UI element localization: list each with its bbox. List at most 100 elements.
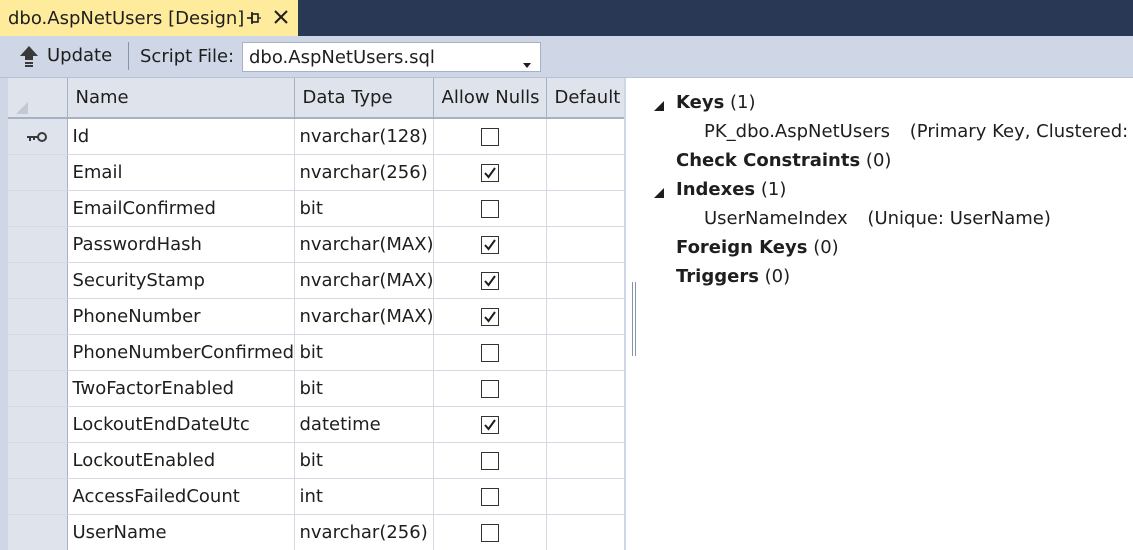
row-selector[interactable] — [8, 262, 68, 299]
row-selector[interactable] — [8, 370, 68, 407]
allow-nulls-cell[interactable] — [433, 514, 547, 550]
upload-arrow-icon[interactable] — [19, 45, 39, 67]
data-type-cell[interactable]: bit — [294, 442, 434, 479]
close-icon[interactable] — [272, 8, 290, 26]
data-type-cell[interactable]: int — [294, 478, 434, 515]
column-header-name[interactable]: Name — [67, 78, 295, 119]
allow-nulls-checkbox[interactable] — [480, 487, 499, 506]
column-name-cell[interactable]: PhoneNumber — [67, 298, 295, 335]
data-type-cell[interactable]: nvarchar(MAX) — [294, 262, 434, 299]
data-type-cell[interactable]: nvarchar(256) — [294, 154, 434, 191]
allow-nulls-checkbox[interactable] — [480, 163, 499, 182]
default-value-cell[interactable] — [546, 334, 624, 371]
allow-nulls-checkbox[interactable] — [480, 127, 499, 146]
allow-nulls-cell[interactable] — [433, 118, 547, 155]
allow-nulls-checkbox[interactable] — [480, 343, 499, 362]
allow-nulls-checkbox[interactable] — [480, 307, 499, 326]
chevron-down-icon[interactable] — [522, 54, 532, 68]
default-value-cell[interactable] — [546, 370, 624, 407]
allow-nulls-checkbox[interactable] — [480, 379, 499, 398]
data-type-cell[interactable]: nvarchar(256) — [294, 514, 434, 550]
update-button[interactable]: Update — [47, 45, 112, 66]
tree-node-check-constraints[interactable]: Check Constraints (0) — [676, 150, 891, 171]
allow-nulls-cell[interactable] — [433, 370, 547, 407]
table-row[interactable]: LockoutEndDateUtc datetime — [8, 406, 624, 443]
data-type-cell[interactable]: bit — [294, 370, 434, 407]
column-name-cell[interactable]: PhoneNumberConfirmed — [67, 334, 295, 371]
table-row[interactable]: SecurityStamp nvarchar(MAX) — [8, 262, 624, 299]
default-value-cell[interactable] — [546, 190, 624, 227]
expanded-triangle-icon[interactable] — [652, 184, 666, 198]
table-row[interactable]: LockoutEnabled bit — [8, 442, 624, 479]
pin-icon[interactable] — [246, 9, 262, 27]
table-row[interactable]: Email nvarchar(256) — [8, 154, 624, 191]
allow-nulls-cell[interactable] — [433, 262, 547, 299]
column-name-cell[interactable]: UserName — [67, 514, 295, 550]
table-row[interactable]: TwoFactorEnabled bit — [8, 370, 624, 407]
table-row[interactable]: Id nvarchar(128) — [8, 118, 624, 155]
script-file-dropdown[interactable]: dbo.AspNetUsers.sql — [242, 42, 541, 72]
column-name-cell[interactable]: LockoutEndDateUtc — [67, 406, 295, 443]
default-value-cell[interactable] — [546, 262, 624, 299]
allow-nulls-checkbox[interactable] — [480, 199, 499, 218]
row-selector[interactable] — [8, 334, 68, 371]
table-row[interactable]: EmailConfirmed bit — [8, 190, 624, 227]
tree-node-foreign-keys[interactable]: Foreign Keys (0) — [676, 237, 839, 258]
default-value-cell[interactable] — [546, 298, 624, 335]
default-value-cell[interactable] — [546, 514, 624, 550]
column-header-allow-nulls[interactable]: Allow Nulls — [433, 78, 547, 119]
allow-nulls-cell[interactable] — [433, 406, 547, 443]
allow-nulls-cell[interactable] — [433, 190, 547, 227]
column-header-default[interactable]: Default — [546, 78, 624, 119]
default-value-cell[interactable] — [546, 406, 624, 443]
table-row[interactable]: PhoneNumberConfirmed bit — [8, 334, 624, 371]
row-selector[interactable] — [8, 190, 68, 227]
table-row[interactable]: AccessFailedCount int — [8, 478, 624, 515]
default-value-cell[interactable] — [546, 442, 624, 479]
row-selector[interactable] — [8, 226, 68, 263]
default-value-cell[interactable] — [546, 154, 624, 191]
row-selector[interactable] — [8, 442, 68, 479]
column-name-cell[interactable]: EmailConfirmed — [67, 190, 295, 227]
row-selector[interactable] — [8, 298, 68, 335]
column-name-cell[interactable]: AccessFailedCount — [67, 478, 295, 515]
allow-nulls-checkbox[interactable] — [480, 523, 499, 542]
row-selector[interactable] — [8, 478, 68, 515]
row-selector[interactable] — [8, 406, 68, 443]
allow-nulls-checkbox[interactable] — [480, 415, 499, 434]
row-selector[interactable] — [8, 514, 68, 550]
data-type-cell[interactable]: nvarchar(128) — [294, 118, 434, 155]
column-name-cell[interactable]: Id — [67, 118, 295, 155]
column-name-cell[interactable]: SecurityStamp — [67, 262, 295, 299]
column-name-cell[interactable]: LockoutEnabled — [67, 442, 295, 479]
tree-node-keys[interactable]: Keys (1) — [676, 92, 756, 113]
data-type-cell[interactable]: bit — [294, 190, 434, 227]
column-name-cell[interactable]: TwoFactorEnabled — [67, 370, 295, 407]
allow-nulls-checkbox[interactable] — [480, 271, 499, 290]
column-name-cell[interactable]: PasswordHash — [67, 226, 295, 263]
allow-nulls-checkbox[interactable] — [480, 451, 499, 470]
table-row[interactable]: PasswordHash nvarchar(MAX) — [8, 226, 624, 263]
allow-nulls-checkbox[interactable] — [480, 235, 499, 254]
column-name-cell[interactable]: Email — [67, 154, 295, 191]
table-row[interactable]: UserName nvarchar(256) — [8, 514, 624, 550]
allow-nulls-cell[interactable] — [433, 442, 547, 479]
data-type-cell[interactable]: bit — [294, 334, 434, 371]
data-type-cell[interactable]: nvarchar(MAX) — [294, 298, 434, 335]
tree-item-primary-key[interactable]: PK_dbo.AspNetUsers (Primary Key, Cluster… — [704, 121, 1133, 142]
select-all-corner[interactable] — [8, 78, 68, 119]
allow-nulls-cell[interactable] — [433, 478, 547, 515]
default-value-cell[interactable] — [546, 478, 624, 515]
allow-nulls-cell[interactable] — [433, 334, 547, 371]
document-tab[interactable]: dbo.AspNetUsers [Design] — [0, 0, 298, 36]
tree-item-index[interactable]: UserNameIndex (Unique: UserName) — [704, 208, 1051, 229]
default-value-cell[interactable] — [546, 118, 624, 155]
expanded-triangle-icon[interactable] — [652, 97, 666, 111]
default-value-cell[interactable] — [546, 226, 624, 263]
allow-nulls-cell[interactable] — [433, 226, 547, 263]
tree-node-triggers[interactable]: Triggers (0) — [676, 266, 790, 287]
column-header-data-type[interactable]: Data Type — [294, 78, 434, 119]
row-selector[interactable] — [8, 118, 68, 155]
allow-nulls-cell[interactable] — [433, 154, 547, 191]
data-type-cell[interactable]: datetime — [294, 406, 434, 443]
